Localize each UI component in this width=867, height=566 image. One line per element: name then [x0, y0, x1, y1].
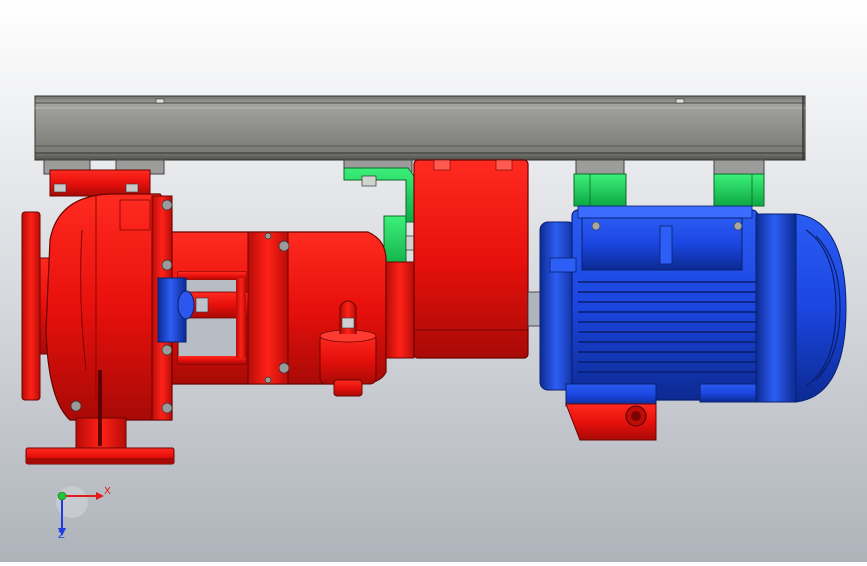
axis-triad [56, 486, 104, 536]
axis-x-label: X [104, 486, 111, 497]
motor-mount-bracket-left[interactable] [573, 173, 627, 207]
support-rail[interactable] [34, 95, 806, 161]
axis-z-label: Z [58, 530, 65, 541]
electric-motor[interactable] [527, 205, 847, 441]
cad-viewport[interactable]: X Z [0, 0, 867, 562]
pump-assembly[interactable] [21, 159, 529, 465]
motor-mount-bracket-right[interactable] [713, 173, 765, 207]
cad-model-canvas[interactable] [0, 0, 867, 562]
